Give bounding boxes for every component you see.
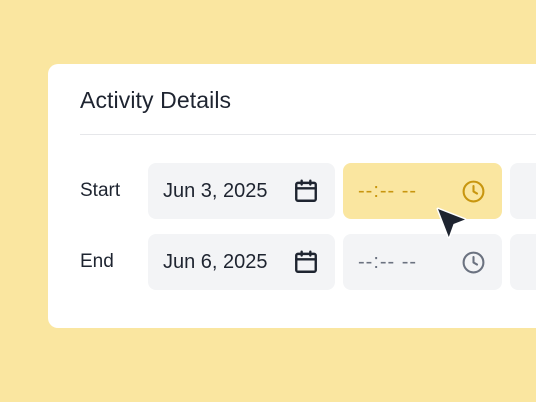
end-date-value: Jun 6, 2025: [163, 251, 268, 273]
end-time-field[interactable]: --:-- --: [343, 234, 502, 290]
mouse-pointer-icon: [436, 207, 467, 239]
start-date-value: Jun 3, 2025: [163, 180, 268, 202]
page-background: Activity Details Start Jun 3, 2025 --:--…: [0, 0, 536, 402]
end-time-value: --:-- --: [358, 251, 418, 273]
calendar-icon[interactable]: [293, 249, 319, 275]
start-extra-field[interactable]: [510, 163, 536, 219]
end-extra-field[interactable]: [510, 234, 536, 290]
card-title: Activity Details: [80, 87, 232, 113]
end-date-field[interactable]: Jun 6, 2025: [148, 234, 335, 290]
calendar-icon[interactable]: [293, 178, 319, 204]
start-date-field[interactable]: Jun 3, 2025: [148, 163, 335, 219]
start-time-field[interactable]: --:-- --: [343, 163, 502, 219]
clock-icon[interactable]: [461, 250, 486, 275]
start-time-value: --:-- --: [358, 180, 418, 202]
activity-details-card: Activity Details Start Jun 3, 2025 --:--…: [48, 64, 536, 328]
divider: [80, 134, 536, 135]
clock-icon[interactable]: [461, 179, 486, 204]
end-label: End: [80, 251, 114, 272]
start-label: Start: [80, 180, 121, 201]
